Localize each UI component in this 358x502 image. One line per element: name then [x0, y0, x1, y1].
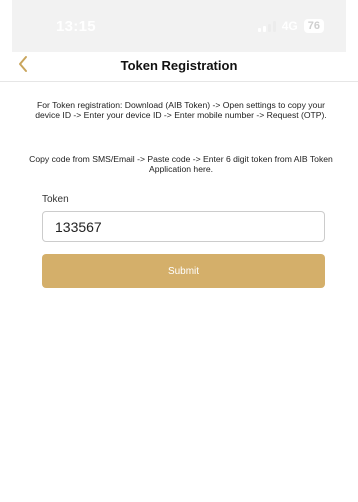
- status-bar: 13:15 4G 76: [12, 0, 346, 52]
- battery-icon: 76: [303, 19, 324, 33]
- token-instructions: Copy code from SMS/Email -> Paste code -…: [29, 154, 333, 174]
- status-indicators: 4G 76: [257, 19, 324, 33]
- signal-icon: [257, 20, 276, 32]
- status-time: 13:15: [56, 17, 96, 35]
- token-input[interactable]: [42, 211, 325, 242]
- network-type: 4G: [281, 19, 298, 33]
- page-title: Token Registration: [120, 58, 238, 73]
- token-registration-screen: 13:15 4G 76 Token Registration For Token…: [0, 0, 358, 502]
- registration-instructions: For Token registration: Download (AIB To…: [35, 100, 327, 120]
- submit-button[interactable]: Submit: [42, 254, 325, 288]
- token-label: Token: [42, 194, 69, 205]
- nav-bar: Token Registration: [0, 50, 358, 82]
